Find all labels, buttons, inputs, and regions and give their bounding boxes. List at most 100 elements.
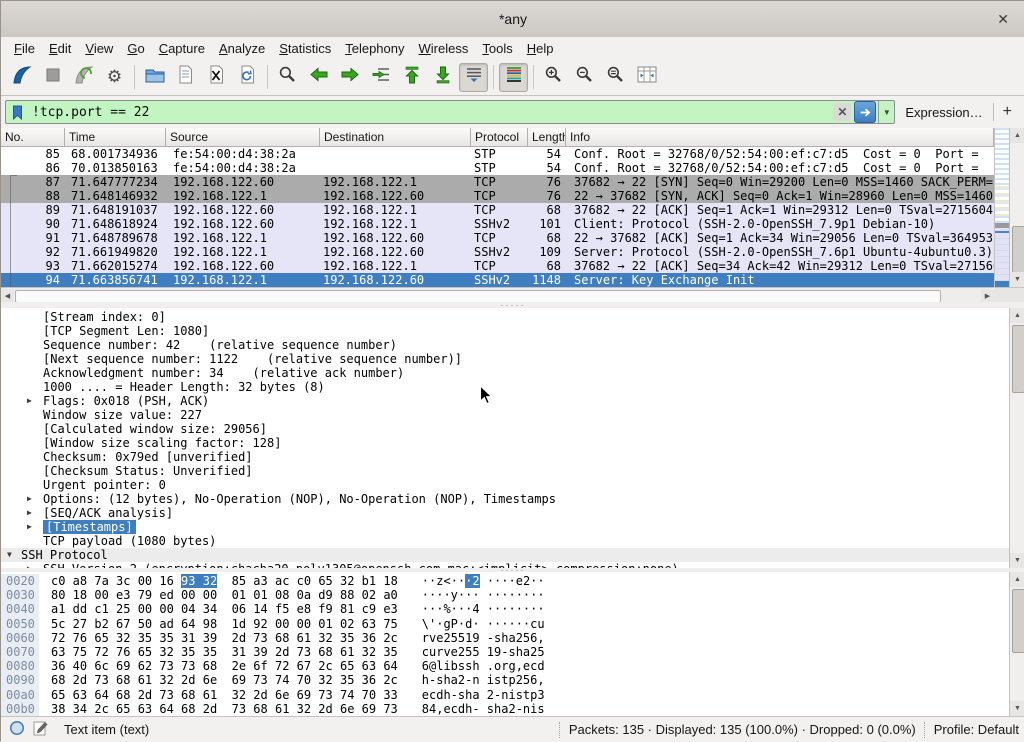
packet-row-92[interactable]: 9271.661949820192.168.122.1192.168.122.6… bbox=[1, 245, 994, 259]
menu-item-go[interactable]: Go bbox=[120, 39, 151, 58]
packet-list-minimap[interactable] bbox=[994, 128, 1009, 287]
expert-info-icon[interactable] bbox=[9, 720, 25, 739]
packet-row-85[interactable]: 8568.001734936fe:54:00:d4:38:2aSTP54Conf… bbox=[1, 147, 994, 161]
packet-row-89[interactable]: 8971.648191037192.168.122.60192.168.122.… bbox=[1, 203, 994, 217]
detail-line-1[interactable]: [TCP Segment Len: 1080] bbox=[1, 324, 1024, 338]
hex-bytes[interactable]: 5c 27 b2 67 50 ad 64 98 1d 92 00 00 01 0… bbox=[51, 617, 398, 631]
hex-bytes[interactable]: c0 a8 7a 3c 00 16 93 32 85 a3 ac c0 65 3… bbox=[51, 574, 398, 588]
capture-comment-icon[interactable] bbox=[33, 720, 48, 739]
detail-line-16[interactable]: TCP payload (1080 bytes) bbox=[1, 534, 1024, 548]
status-profile[interactable]: Profile: Default bbox=[934, 722, 1019, 737]
scroll-up-arrow[interactable]: ▲ bbox=[1010, 572, 1024, 587]
filter-bookmark-icon[interactable] bbox=[6, 105, 28, 120]
expression-button[interactable]: Expression… bbox=[895, 105, 992, 120]
packet-row-86[interactable]: 8670.013850163fe:54:00:d4:38:2aSTP54Conf… bbox=[1, 161, 994, 175]
hex-ascii[interactable]: ··z<···2 ····e2·· bbox=[422, 574, 545, 588]
filter-clear-button[interactable]: ✕ bbox=[833, 103, 851, 121]
collapsed-arrow-icon[interactable]: ▶ bbox=[27, 394, 32, 408]
hex-ascii[interactable]: curve255 19-sha25 bbox=[422, 645, 545, 659]
close-file-button[interactable] bbox=[202, 63, 231, 92]
column-header-time[interactable]: Time bbox=[65, 128, 166, 146]
zoom-original-button[interactable] bbox=[601, 63, 630, 92]
go-to-top-button[interactable] bbox=[397, 63, 426, 92]
go-to-packet-button[interactable] bbox=[366, 63, 395, 92]
scroll-up-arrow[interactable]: ▲ bbox=[1010, 128, 1024, 143]
menu-item-statistics[interactable]: Statistics bbox=[272, 39, 338, 58]
reload-file-button[interactable] bbox=[233, 63, 262, 92]
hex-row-00b0[interactable]: 00b038 34 2c 65 63 64 68 2d 73 68 61 32 … bbox=[1, 702, 1024, 716]
packet-list-hscrollbar[interactable]: ◀ ▶ bbox=[1, 287, 994, 302]
packet-row-91[interactable]: 9171.648789678192.168.122.1192.168.122.6… bbox=[1, 231, 994, 245]
scroll-down-arrow[interactable]: ▼ bbox=[1010, 701, 1024, 716]
hex-bytes[interactable]: 38 34 2c 65 63 64 68 2d 73 68 61 32 2d 6… bbox=[51, 702, 398, 716]
column-header-source[interactable]: Source bbox=[166, 128, 320, 146]
go-back-button[interactable] bbox=[304, 63, 333, 92]
stop-capture-button[interactable] bbox=[38, 63, 67, 92]
hex-ascii[interactable]: ···%···4 ········ bbox=[422, 602, 545, 616]
save-file-button[interactable] bbox=[171, 63, 200, 92]
column-header-no[interactable]: No. bbox=[1, 128, 65, 146]
scroll-thumb[interactable] bbox=[1012, 589, 1024, 653]
capture-options-button[interactable]: ⚙ bbox=[100, 63, 129, 92]
packet-row-94[interactable]: 9471.663856741192.168.122.1192.168.122.6… bbox=[1, 273, 994, 287]
hex-vscrollbar[interactable]: ▲ ▼ bbox=[1009, 572, 1024, 716]
detail-line-17[interactable]: ▼SSH Protocol bbox=[1, 548, 1024, 562]
filter-expression-text[interactable]: !tcp.port == 22 bbox=[28, 105, 833, 120]
colorize-packets-button[interactable] bbox=[499, 63, 528, 92]
column-header-protocol[interactable]: Protocol bbox=[471, 128, 528, 146]
detail-vscrollbar[interactable]: ▲ ▼ bbox=[1009, 308, 1024, 568]
hex-bytes[interactable]: 36 40 6c 69 62 73 73 68 2e 6f 72 67 2c 6… bbox=[51, 659, 398, 673]
detail-line-12[interactable]: Urgent pointer: 0 bbox=[1, 478, 1024, 492]
hex-ascii[interactable]: ecdh-sha 2-nistp3 bbox=[422, 688, 545, 702]
detail-line-8[interactable]: [Calculated window size: 29056] bbox=[1, 422, 1024, 436]
hex-ascii[interactable]: ····y··· ········ bbox=[422, 588, 545, 602]
detail-line-7[interactable]: Window size value: 227 bbox=[1, 408, 1024, 422]
menu-item-view[interactable]: View bbox=[78, 39, 120, 58]
hex-bytes[interactable]: a1 dd c1 25 00 00 04 34 06 14 f5 e8 f9 8… bbox=[51, 602, 398, 616]
detail-line-9[interactable]: [Window size scaling factor: 128] bbox=[1, 436, 1024, 450]
scroll-down-arrow[interactable]: ▼ bbox=[1010, 272, 1024, 287]
filter-history-dropdown-icon[interactable]: ▼ bbox=[878, 101, 894, 123]
hex-row-00a0[interactable]: 00a065 63 64 68 2d 73 68 61 32 2d 6e 69 … bbox=[1, 688, 1024, 702]
scroll-up-arrow[interactable]: ▲ bbox=[1010, 308, 1024, 323]
zoom-out-button[interactable] bbox=[570, 63, 599, 92]
detail-line-6[interactable]: ▶Flags: 0x018 (PSH, ACK) bbox=[1, 394, 1024, 408]
auto-scroll-button[interactable] bbox=[459, 63, 488, 92]
scroll-down-arrow[interactable]: ▼ bbox=[1010, 553, 1024, 568]
packet-row-87[interactable]: 8771.647777234192.168.122.60192.168.122.… bbox=[1, 175, 994, 189]
scroll-left-arrow[interactable]: ◀ bbox=[1, 289, 14, 302]
menu-item-capture[interactable]: Capture bbox=[152, 39, 212, 58]
collapsed-arrow-icon[interactable]: ▶ bbox=[27, 506, 32, 520]
hex-bytes[interactable]: 65 63 64 68 2d 73 68 61 32 2d 6e 69 73 7… bbox=[51, 688, 398, 702]
collapsed-arrow-icon[interactable]: ▶ bbox=[27, 492, 32, 506]
column-header-info[interactable]: Info bbox=[566, 128, 994, 146]
hex-bytes[interactable]: 80 18 00 e3 79 ed 00 00 01 01 08 0a d9 8… bbox=[51, 588, 398, 602]
detail-line-5[interactable]: 1000 .... = Header Length: 32 bytes (8) bbox=[1, 380, 1024, 394]
hex-bytes[interactable]: 72 76 65 32 35 35 31 39 2d 73 68 61 32 3… bbox=[51, 631, 398, 645]
menu-item-tools[interactable]: Tools bbox=[475, 39, 519, 58]
hex-row-0090[interactable]: 009068 2d 73 68 61 32 2d 6e 69 73 74 70 … bbox=[1, 673, 1024, 687]
close-window-button[interactable]: ✕ bbox=[991, 1, 1015, 37]
expanded-arrow-icon[interactable]: ▼ bbox=[7, 548, 12, 562]
detail-line-2[interactable]: Sequence number: 42 (relative sequence n… bbox=[1, 338, 1024, 352]
menu-item-edit[interactable]: Edit bbox=[42, 39, 78, 58]
go-to-bottom-button[interactable] bbox=[428, 63, 457, 92]
filter-apply-button[interactable] bbox=[854, 101, 876, 123]
scroll-right-arrow[interactable]: ▶ bbox=[981, 289, 994, 302]
detail-line-13[interactable]: ▶Options: (12 bytes), No-Operation (NOP)… bbox=[1, 492, 1024, 506]
resize-columns-button[interactable] bbox=[632, 63, 661, 92]
hex-row-0080[interactable]: 008036 40 6c 69 62 73 73 68 2e 6f 72 67 … bbox=[1, 659, 1024, 673]
packet-row-93[interactable]: 9371.662015274192.168.122.60192.168.122.… bbox=[1, 259, 994, 273]
hex-ascii[interactable]: 84,ecdh- sha2-nis bbox=[422, 702, 545, 716]
display-filter-input[interactable]: !tcp.port == 22 ✕ ▼ bbox=[5, 100, 895, 124]
start-capture-button[interactable] bbox=[7, 63, 36, 92]
scroll-thumb[interactable] bbox=[1012, 325, 1024, 393]
menu-item-help[interactable]: Help bbox=[520, 39, 561, 58]
hex-row-0050[interactable]: 00505c 27 b2 67 50 ad 64 98 1d 92 00 00 … bbox=[1, 617, 1024, 631]
menu-item-telephony[interactable]: Telephony bbox=[338, 39, 411, 58]
detail-line-11[interactable]: [Checksum Status: Unverified] bbox=[1, 464, 1024, 478]
zoom-in-button[interactable] bbox=[539, 63, 568, 92]
hex-ascii[interactable]: rve25519 -sha256, bbox=[422, 631, 545, 645]
hex-ascii[interactable]: 6@libssh .org,ecd bbox=[422, 659, 545, 673]
packet-row-88[interactable]: 8871.648146932192.168.122.1192.168.122.6… bbox=[1, 189, 994, 203]
